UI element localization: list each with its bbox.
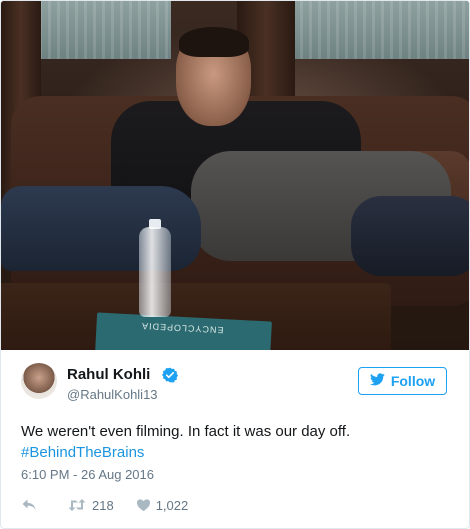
- like-count: 1,022: [155, 497, 189, 513]
- verified-badge-icon: [162, 367, 178, 383]
- reply-icon: [21, 498, 37, 512]
- window-left: [21, 1, 171, 59]
- twitter-bird-icon: [369, 373, 385, 389]
- tweet-actions: 218 1,022: [21, 496, 188, 514]
- water-bottle: [139, 227, 171, 317]
- retweet-icon: [67, 498, 87, 512]
- tweet-photo[interactable]: ENCYCLOPEDIA: [1, 1, 469, 350]
- like-button[interactable]: 1,022: [136, 497, 189, 513]
- jeans-left: [1, 186, 201, 271]
- retweet-button[interactable]: 218: [67, 498, 114, 513]
- avatar[interactable]: [21, 363, 57, 399]
- tweet-text: We weren't even filming. In fact it was …: [21, 421, 451, 463]
- heart-icon: [136, 498, 151, 512]
- tweet-timestamp[interactable]: 6:10 PM - 26 Aug 2016: [21, 467, 154, 482]
- reply-button[interactable]: [21, 498, 37, 512]
- follow-label: Follow: [390, 373, 436, 389]
- jeans-right: [351, 196, 469, 276]
- tweet-card: ENCYCLOPEDIA Rahul Kohli @RahulKohli13 F…: [0, 0, 470, 529]
- follow-button[interactable]: Follow: [358, 367, 447, 395]
- person-hair: [179, 27, 249, 57]
- tweet-body: We weren't even filming. In fact it was …: [21, 423, 351, 440]
- window-right: [291, 1, 469, 59]
- hashtag-link[interactable]: #BehindTheBrains: [21, 442, 451, 463]
- author-name[interactable]: Rahul Kohli: [67, 366, 150, 383]
- retweet-count: 218: [92, 497, 114, 513]
- author-handle[interactable]: @RahulKohli13: [67, 387, 158, 402]
